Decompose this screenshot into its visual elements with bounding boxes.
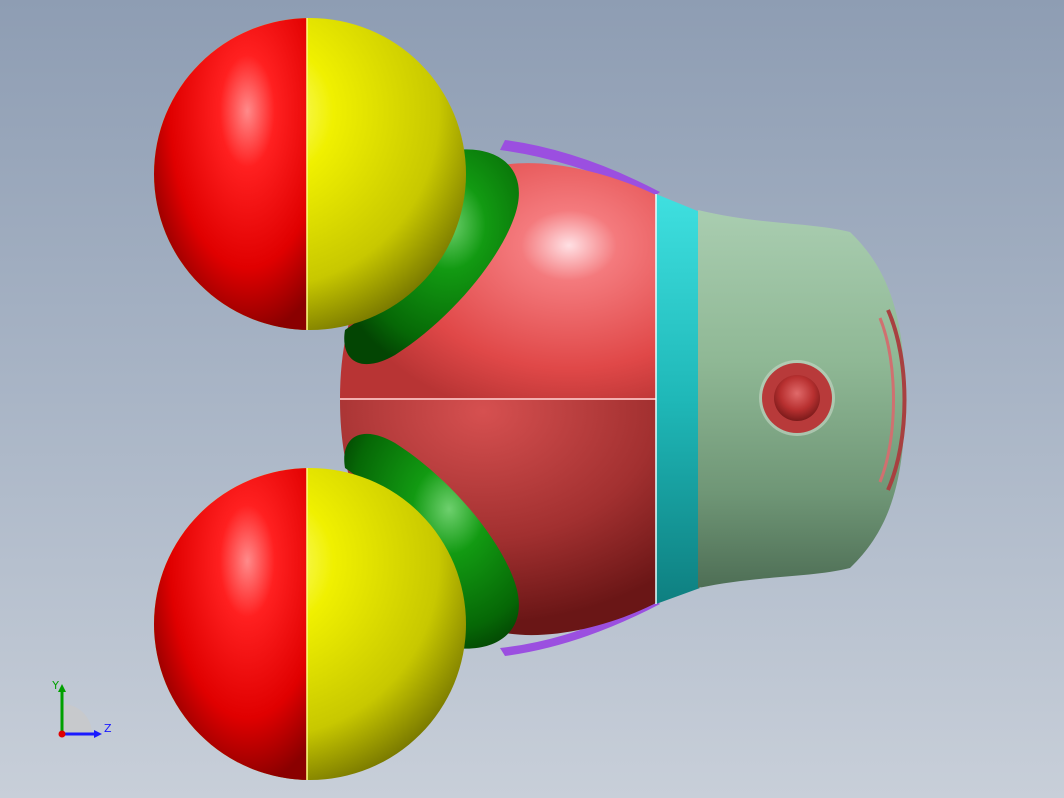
x-axis-origin	[58, 730, 66, 738]
3d-model-view[interactable]	[0, 0, 1064, 798]
coordinate-triad: Y Z	[51, 679, 112, 738]
y-axis-label: Y	[51, 679, 59, 692]
triad-plane	[62, 704, 92, 734]
cap-button	[774, 375, 820, 421]
lower-sphere	[154, 468, 466, 780]
graphics-viewport[interactable]: Y Z	[0, 0, 1064, 798]
z-axis-label: Z	[104, 722, 112, 735]
cyan-band	[656, 194, 700, 604]
